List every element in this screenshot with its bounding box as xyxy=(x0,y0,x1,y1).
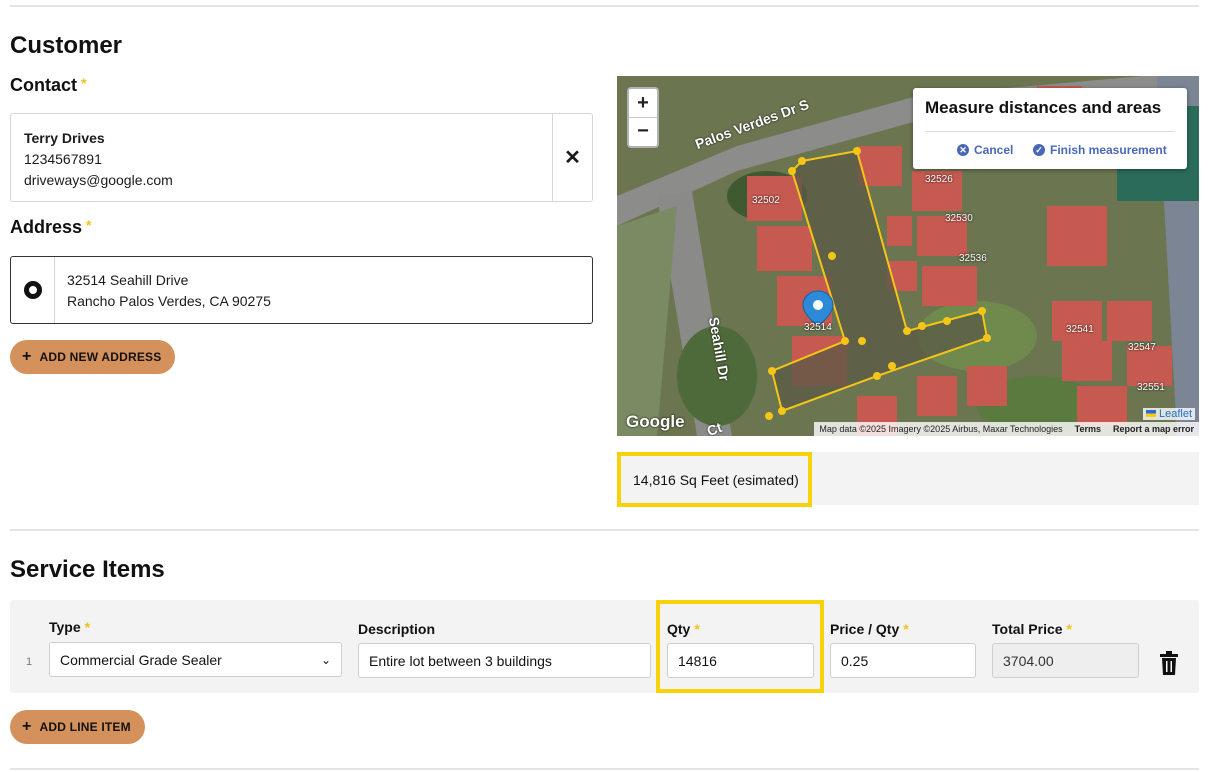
required-mark: * xyxy=(1066,621,1072,637)
type-select[interactable]: Commercial Grade Sealer ⌄ xyxy=(49,642,342,677)
customer-section-title: Customer xyxy=(10,32,123,59)
parcel-label: 32526 xyxy=(925,174,953,185)
radio-selected-icon xyxy=(23,281,42,299)
leaflet-link[interactable]: Leaflet xyxy=(1142,408,1195,420)
service-items-title: Service Items xyxy=(10,556,165,583)
zoom-in-button[interactable]: + xyxy=(629,89,657,117)
type-select-value: Commercial Grade Sealer xyxy=(60,651,222,668)
finish-measurement-button[interactable]: ✓ Finish measurement xyxy=(1033,143,1167,157)
parcel-label: 32514 xyxy=(804,322,832,333)
cancel-icon: ✕ xyxy=(957,144,969,156)
address-lines: 32514 Seahill Drive Rancho Palos Verdes,… xyxy=(67,270,271,312)
attribution-text: Map data ©2025 Imagery ©2025 Airbus, Max… xyxy=(819,424,1063,434)
report-map-error-link[interactable]: Report a map error xyxy=(1113,424,1194,434)
remove-contact-button[interactable]: ✕ xyxy=(552,114,592,201)
leaflet-label: Leaflet xyxy=(1158,408,1192,420)
parcel-label: 32541 xyxy=(1066,324,1094,335)
finish-label: Finish measurement xyxy=(1050,143,1167,157)
flag-icon xyxy=(1145,410,1156,417)
required-mark: * xyxy=(903,621,909,637)
measure-panel: Measure distances and areas ✕ Cancel ✓ F… xyxy=(913,88,1187,169)
terms-link[interactable]: Terms xyxy=(1075,424,1101,434)
description-column-label: Description xyxy=(358,621,436,637)
parcel-label: 32502 xyxy=(752,195,780,206)
top-divider xyxy=(10,5,1199,7)
row-number: 1 xyxy=(26,656,33,668)
cancel-measure-button[interactable]: ✕ Cancel xyxy=(957,143,1013,157)
section-divider xyxy=(10,529,1199,531)
map-attribution: Map data ©2025 Imagery ©2025 Airbus, Max… xyxy=(814,422,1199,436)
area-estimate: 14,816 Sq Feet (esimated) xyxy=(617,452,812,507)
map[interactable]: Palos Verdes Dr S Seahill Dr Ct 32502 32… xyxy=(617,76,1199,436)
contact-card[interactable]: Terry Drives 1234567891 driveways@google… xyxy=(10,113,593,202)
google-logo: Google xyxy=(626,412,685,431)
plus-icon: + xyxy=(22,718,32,735)
address-card[interactable]: 32514 Seahill Drive Rancho Palos Verdes,… xyxy=(10,256,593,324)
bottom-divider xyxy=(10,768,1199,770)
type-column-label: Type * xyxy=(49,619,90,635)
parcel-label: 32536 xyxy=(959,253,987,264)
add-new-address-button[interactable]: + ADD NEW ADDRESS xyxy=(10,340,176,374)
contact-name: Terry Drives xyxy=(24,130,105,146)
parcel-label: 32547 xyxy=(1128,342,1156,353)
contact-info: Terry Drives 1234567891 driveways@google… xyxy=(24,128,173,191)
total-label-text: Total Price xyxy=(992,621,1063,637)
address-label: Address * xyxy=(10,217,91,238)
trash-icon[interactable] xyxy=(1159,651,1179,675)
price-column-label: Price / Qty * xyxy=(830,621,909,637)
price-input[interactable]: 0.25 xyxy=(830,643,976,678)
required-mark: * xyxy=(86,217,92,233)
check-icon: ✓ xyxy=(1033,144,1045,156)
contact-email: driveways@google.com xyxy=(24,172,173,188)
add-line-item-label: ADD LINE ITEM xyxy=(39,720,131,734)
zoom-control: + − xyxy=(627,87,659,148)
contact-label: Contact * xyxy=(10,75,86,96)
parcel-label: 32530 xyxy=(945,213,973,224)
parcel-label: 32551 xyxy=(1137,382,1165,393)
contact-phone: 1234567891 xyxy=(24,151,102,167)
measure-divider xyxy=(925,131,1175,132)
type-label-text: Type xyxy=(49,619,81,635)
total-column-label: Total Price * xyxy=(992,621,1072,637)
cancel-label: Cancel xyxy=(974,143,1014,157)
measure-title: Measure distances and areas xyxy=(925,98,1162,117)
plus-icon: + xyxy=(22,348,32,365)
total-price-field: 3704.00 xyxy=(992,643,1139,678)
qty-highlight xyxy=(656,600,824,693)
address-line2: Rancho Palos Verdes, CA 90275 xyxy=(67,293,271,309)
add-new-address-label: ADD NEW ADDRESS xyxy=(39,350,162,364)
close-icon: ✕ xyxy=(564,147,581,169)
description-input[interactable]: Entire lot between 3 buildings xyxy=(358,643,651,678)
address-radio[interactable] xyxy=(11,257,55,323)
chevron-down-icon: ⌄ xyxy=(320,652,331,667)
required-mark: * xyxy=(81,75,87,91)
price-label-text: Price / Qty xyxy=(830,621,900,637)
zoom-out-button[interactable]: − xyxy=(629,117,657,145)
address-label-text: Address xyxy=(10,217,83,237)
address-line1: 32514 Seahill Drive xyxy=(67,272,189,288)
required-mark: * xyxy=(84,619,91,635)
contact-label-text: Contact xyxy=(10,75,77,95)
add-line-item-button[interactable]: + ADD LINE ITEM xyxy=(10,710,145,744)
